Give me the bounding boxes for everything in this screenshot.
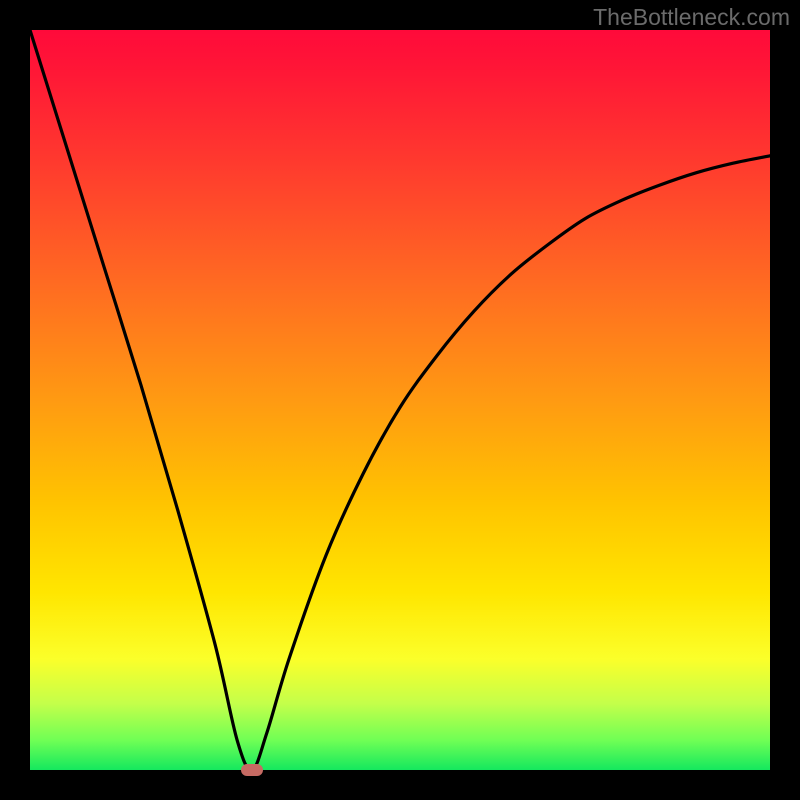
attribution-text: TheBottleneck.com xyxy=(593,4,790,31)
chart-frame: TheBottleneck.com xyxy=(0,0,800,800)
plot-area xyxy=(30,30,770,770)
bottleneck-curve xyxy=(30,30,770,770)
min-marker xyxy=(241,764,263,776)
